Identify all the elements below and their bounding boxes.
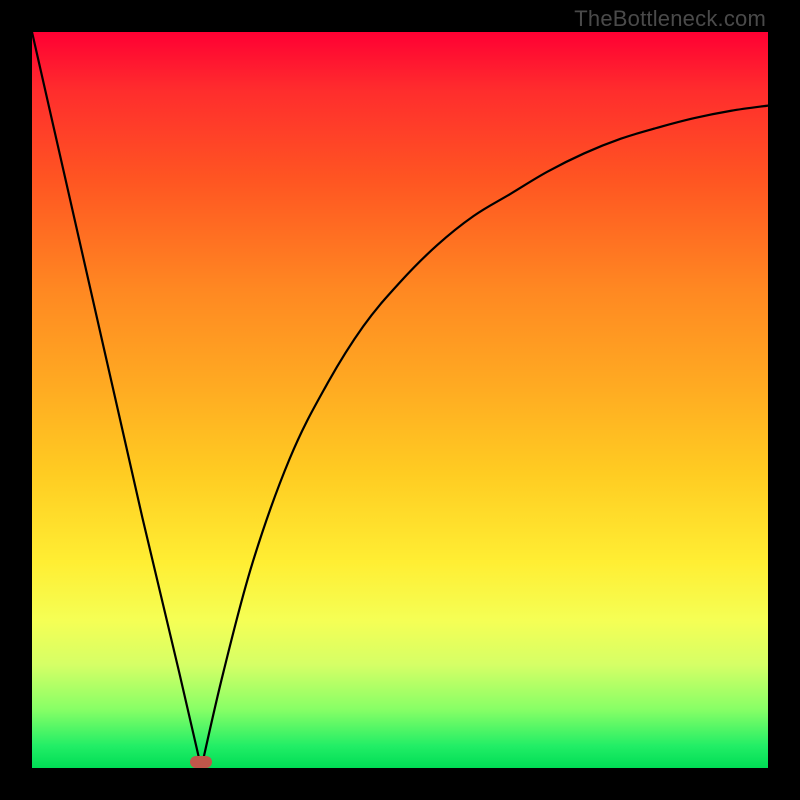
watermark-text: TheBottleneck.com <box>574 6 766 32</box>
minimum-marker <box>190 756 212 768</box>
chart-frame: TheBottleneck.com <box>0 0 800 800</box>
curve-path <box>32 32 768 768</box>
bottleneck-curve <box>32 32 768 768</box>
plot-area <box>32 32 768 768</box>
